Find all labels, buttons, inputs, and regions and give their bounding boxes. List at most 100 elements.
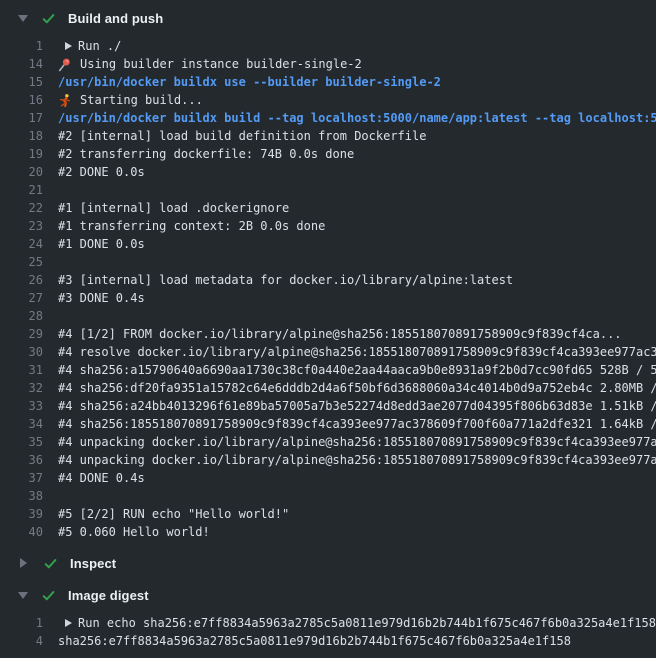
line-number[interactable]: 40 [0,523,43,541]
pushpin-icon [57,57,72,72]
runner-icon [57,93,72,108]
log-line: 20#2 DONE 0.0s [0,163,656,181]
log-line: 4 sha256:e7ff8834a5963a2785c5a0811e979d16… [0,632,656,650]
workflow-log: Build and push1Run ./14Using builder ins… [0,2,656,656]
log-text: #4 sha256:a15790640a6690aa1730c38cf0a440… [58,361,656,379]
log-text: Using builder instance builder-single-2 [80,55,656,73]
line-number[interactable]: 24 [0,235,43,253]
log-line: 23 #1 transferring context: 2B 0.0s done [0,217,656,235]
line-number[interactable]: 21 [0,181,43,199]
chevron-down-icon [18,15,28,22]
log-text: #4 unpacking docker.io/library/alpine@sh… [58,451,656,469]
line-number[interactable]: 26 [0,271,43,289]
section-title: Build and push [68,11,163,26]
log-text: #3 [internal] load metadata for docker.i… [58,271,656,289]
line-number[interactable]: 36 [0,451,43,469]
log-text: #5 0.060 Hello world! [58,523,656,541]
line-number[interactable]: 22 [0,199,43,217]
line-number[interactable]: 14 [0,55,43,73]
line-number[interactable]: 29 [0,325,43,343]
log-line: 27 #3 DONE 0.4s [0,289,656,307]
log-line: 22 #1 [internal] load .dockerignore [0,199,656,217]
line-number[interactable]: 37 [0,469,43,487]
log-text: #1 DONE 0.0s [58,235,656,253]
log-text: #2 transferring dockerfile: 74B 0.0s don… [58,145,656,163]
section-header-image-digest[interactable]: Image digest [0,579,656,611]
log-line: 38 [0,487,656,505]
log-text: #4 sha256:185518070891758909c9f839cf4ca3… [58,415,656,433]
log-line: 36 #4 unpacking docker.io/library/alpine@… [0,451,656,469]
section-header-build-and-push[interactable]: Build and push [0,2,656,34]
line-number[interactable]: 27 [0,289,43,307]
log-line: 31 #4 sha256:a15790640a6690aa1730c38cf0a4… [0,361,656,379]
line-number[interactable]: 25 [0,253,43,271]
log-line: 37 #4 DONE 0.4s [0,469,656,487]
log-text: Run echo sha256:e7ff8834a5963a2785c5a081… [78,614,656,632]
log-line: 30 #4 resolve docker.io/library/alpine@sh… [0,343,656,361]
section-header-inspect[interactable]: Inspect [0,547,656,579]
line-number[interactable]: 23 [0,217,43,235]
line-number[interactable]: 16 [0,91,43,109]
chevron-right-icon [20,558,27,568]
log-line: 26 #3 [internal] load metadata for docker… [0,271,656,289]
log-text: #4 DONE 0.4s [58,469,656,487]
log-line: 1 Run echo sha256:e7ff8834a5963a2785c5a08… [0,614,656,632]
log-line: 18#2 [internal] load build definition fr… [0,127,656,145]
section-title: Image digest [68,588,149,603]
log-line: 39 #5 [2/2] RUN echo "Hello world!" [0,505,656,523]
line-number[interactable]: 4 [0,632,43,650]
log-line: 1 Run ./ [0,37,656,55]
log-text: #3 DONE 0.4s [58,289,656,307]
success-check-icon [41,11,56,26]
log-line: 32 #4 sha256:df20fa9351a15782c64e6dddb2d4… [0,379,656,397]
log-line: 15/usr/bin/docker buildx use --builder b… [0,73,656,91]
line-number[interactable]: 1 [0,614,43,632]
log-group-expander-icon[interactable] [65,619,72,627]
line-number[interactable]: 38 [0,487,43,505]
line-number[interactable]: 33 [0,397,43,415]
line-number[interactable]: 15 [0,73,43,91]
log-text: #4 sha256:a24bb4013296f61e89ba57005a7b3e… [58,397,656,415]
log-line: 21 [0,181,656,199]
line-number[interactable]: 17 [0,109,43,127]
log-block: 1 Run ./ 14 Using builder instance builder-… [0,34,656,547]
log-line: 17/usr/bin/docker buildx build --tag loc… [0,109,656,127]
line-number[interactable]: 30 [0,343,43,361]
log-block: 1 Run echo sha256:e7ff8834a5963a2785c5a08… [0,611,656,656]
log-line: 14 Using builder instance builder-single-… [0,55,656,73]
log-text: Run ./ [78,37,656,55]
log-line: 24 #1 DONE 0.0s [0,235,656,253]
log-line: 16Starting build... [0,91,656,109]
log-text: #4 sha256:df20fa9351a15782c64e6dddb2d4a6… [58,379,656,397]
log-line: 35 #4 unpacking docker.io/library/alpine@… [0,433,656,451]
line-number[interactable]: 35 [0,433,43,451]
log-section-inspect: Inspect [0,547,656,579]
success-check-icon [41,588,56,603]
line-number[interactable]: 32 [0,379,43,397]
line-number[interactable]: 28 [0,307,43,325]
line-number[interactable]: 1 [0,37,43,55]
actions-log-viewer: { "colors": { "background": "#24292e", "… [0,0,656,658]
log-line: 40 #5 0.060 Hello world! [0,523,656,541]
log-text: #4 resolve docker.io/library/alpine@sha2… [58,343,656,361]
log-group-expander-icon[interactable] [65,42,72,50]
success-check-icon [43,556,58,571]
log-text: #1 transferring context: 2B 0.0s done [58,217,656,235]
chevron-down-icon [18,592,28,599]
line-number[interactable]: 18 [0,127,43,145]
log-line: 33 #4 sha256:a24bb4013296f61e89ba57005a7b… [0,397,656,415]
log-text: #4 [1/2] FROM docker.io/library/alpine@s… [58,325,656,343]
log-line: 34 #4 sha256:185518070891758909c9f839cf4c… [0,415,656,433]
log-text: sha256:e7ff8834a5963a2785c5a0811e979d16b… [58,632,656,650]
log-line: 19 #2 transferring dockerfile: 74B 0.0s d… [0,145,656,163]
line-number[interactable]: 34 [0,415,43,433]
line-number[interactable]: 20 [0,163,43,181]
line-number[interactable]: 39 [0,505,43,523]
section-title: Inspect [70,556,116,571]
line-number[interactable]: 31 [0,361,43,379]
line-number[interactable]: 19 [0,145,43,163]
log-text: #4 unpacking docker.io/library/alpine@sh… [58,433,656,451]
log-text: #5 [2/2] RUN echo "Hello world!" [58,505,656,523]
log-text: #1 [internal] load .dockerignore [58,199,656,217]
log-text: /usr/bin/docker buildx build --tag local… [58,109,656,127]
